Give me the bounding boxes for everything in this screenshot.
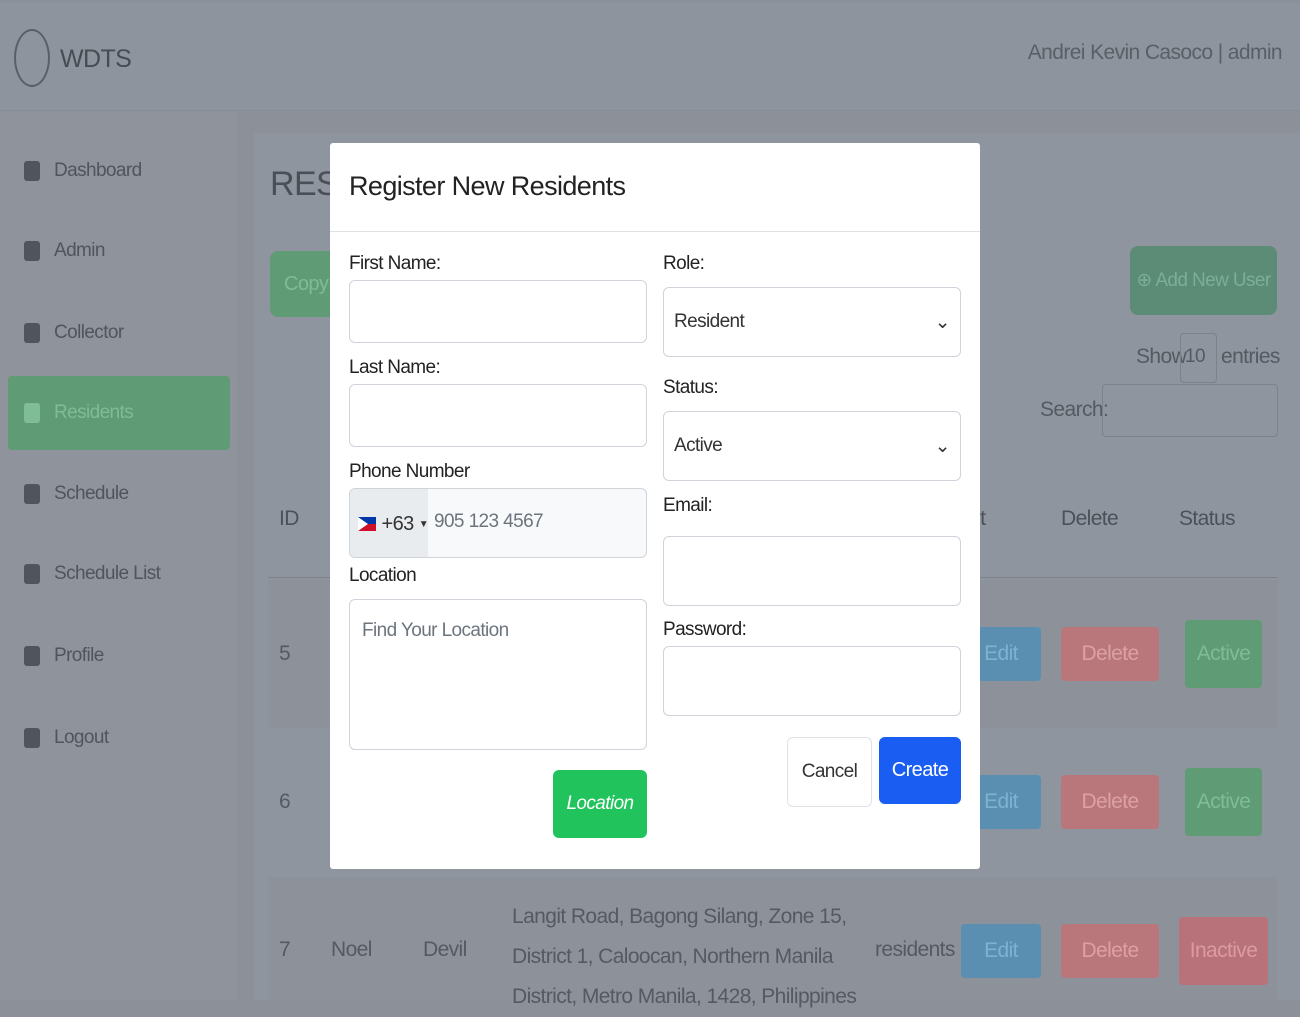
modal-title: Register New Residents [349,171,626,201]
sidebar-item-schedule-list[interactable]: Schedule List [8,537,230,611]
edit-button[interactable]: Edit [961,924,1041,978]
sidebar-item-schedule[interactable]: Schedule [8,457,230,531]
sidebar-item-label: Admin [54,240,105,261]
location-label: Location [349,565,417,586]
th-id[interactable]: ID [279,507,299,531]
brand-name: WDTS [60,45,132,73]
email-label: Email: [663,495,713,516]
status-select[interactable]: Active ⌄ [663,411,961,481]
cell-id: 5 [279,642,291,665]
sidebar-item-admin[interactable]: Admin [8,214,230,288]
wdts-logo [14,29,50,87]
role-value: Resident [674,311,745,332]
map-pin-icon [24,323,40,343]
sidebar-item-label: Collector [54,322,124,343]
add-new-user-button[interactable]: ⊕ Add New User [1130,246,1277,315]
phone-label: Phone Number [349,461,470,482]
phone-input-group: +63 ▼ 905 123 4567 [349,488,647,558]
cell-location: Langit Road, Bagong Silang, Zone 15, Dis… [512,905,857,1008]
search-label: Search: [1040,398,1109,421]
search-input[interactable] [1102,384,1278,437]
th-status[interactable]: Status [1179,507,1236,531]
dashboard-icon [24,161,40,181]
password-input[interactable] [663,646,961,716]
sidebar-item-label: Schedule [54,483,129,504]
user-icon [24,403,40,423]
country-code: +63 [381,512,415,535]
last-name-input[interactable] [349,384,647,447]
cell-last-name: Devil [423,938,467,961]
th-delete[interactable]: Delete [1061,507,1119,531]
location-button[interactable]: Location [553,770,647,838]
register-modal: Register New Residents First Name: Last … [330,143,980,869]
cancel-button[interactable]: Cancel [787,737,872,807]
role-select[interactable]: Resident ⌄ [663,287,961,357]
phone-input[interactable]: 905 123 4567 [434,511,544,533]
calendar-icon [24,564,40,584]
cell-id: 6 [279,790,291,813]
chevron-down-icon: ⌄ [934,311,951,333]
sidebar-item-collector[interactable]: Collector [8,296,230,370]
status-button[interactable]: Inactive [1179,917,1268,985]
status-button[interactable]: Active [1185,768,1262,836]
sidebar-item-label: Logout [54,727,109,748]
sidebar-item-logout[interactable]: Logout [8,701,230,775]
philippines-flag-icon [358,517,376,531]
sidebar: Dashboard Admin Collector Residents Sche… [0,112,238,1000]
first-name-label: First Name: [349,253,441,274]
first-name-input[interactable] [349,280,647,343]
status-value: Active [674,435,723,456]
role-label: Role: [663,253,705,274]
status-button[interactable]: Active [1185,620,1262,688]
delete-button[interactable]: Delete [1061,627,1159,681]
delete-button[interactable]: Delete [1061,775,1159,829]
sidebar-item-dashboard[interactable]: Dashboard [8,134,230,208]
profile-icon [24,646,40,666]
sidebar-item-label: Dashboard [54,160,142,181]
cell-role: residents [875,938,955,961]
email-input[interactable] [663,536,961,606]
calendar-icon [24,484,40,504]
caret-down-icon: ▼ [418,518,429,530]
status-label: Status: [663,377,719,398]
show-label: Show [1136,345,1187,368]
entries-label: entries [1221,345,1280,368]
sidebar-item-profile[interactable]: Profile [8,619,230,693]
entries-select[interactable]: 10 [1180,333,1217,383]
top-header: WDTS Andrei Kevin Casoco | admin [0,3,1300,111]
country-code-select[interactable]: +63 ▼ [350,489,429,557]
user-icon [24,241,40,261]
cell-id: 7 [279,938,291,961]
create-button[interactable]: Create [879,737,961,804]
location-textarea[interactable]: Find Your Location [349,599,647,750]
sidebar-item-label: Schedule List [54,563,161,584]
sidebar-item-residents[interactable]: Residents [8,376,230,450]
chevron-down-icon: ⌄ [934,435,951,457]
logout-icon [24,728,40,748]
last-name-label: Last Name: [349,357,441,378]
user-info[interactable]: Andrei Kevin Casoco | admin [1028,41,1283,65]
password-label: Password: [663,619,747,640]
divider [330,231,980,232]
sidebar-item-label: Profile [54,645,104,666]
sidebar-item-label: Residents [54,402,134,423]
cell-first-name: Noel [331,938,372,961]
delete-button[interactable]: Delete [1061,924,1159,978]
